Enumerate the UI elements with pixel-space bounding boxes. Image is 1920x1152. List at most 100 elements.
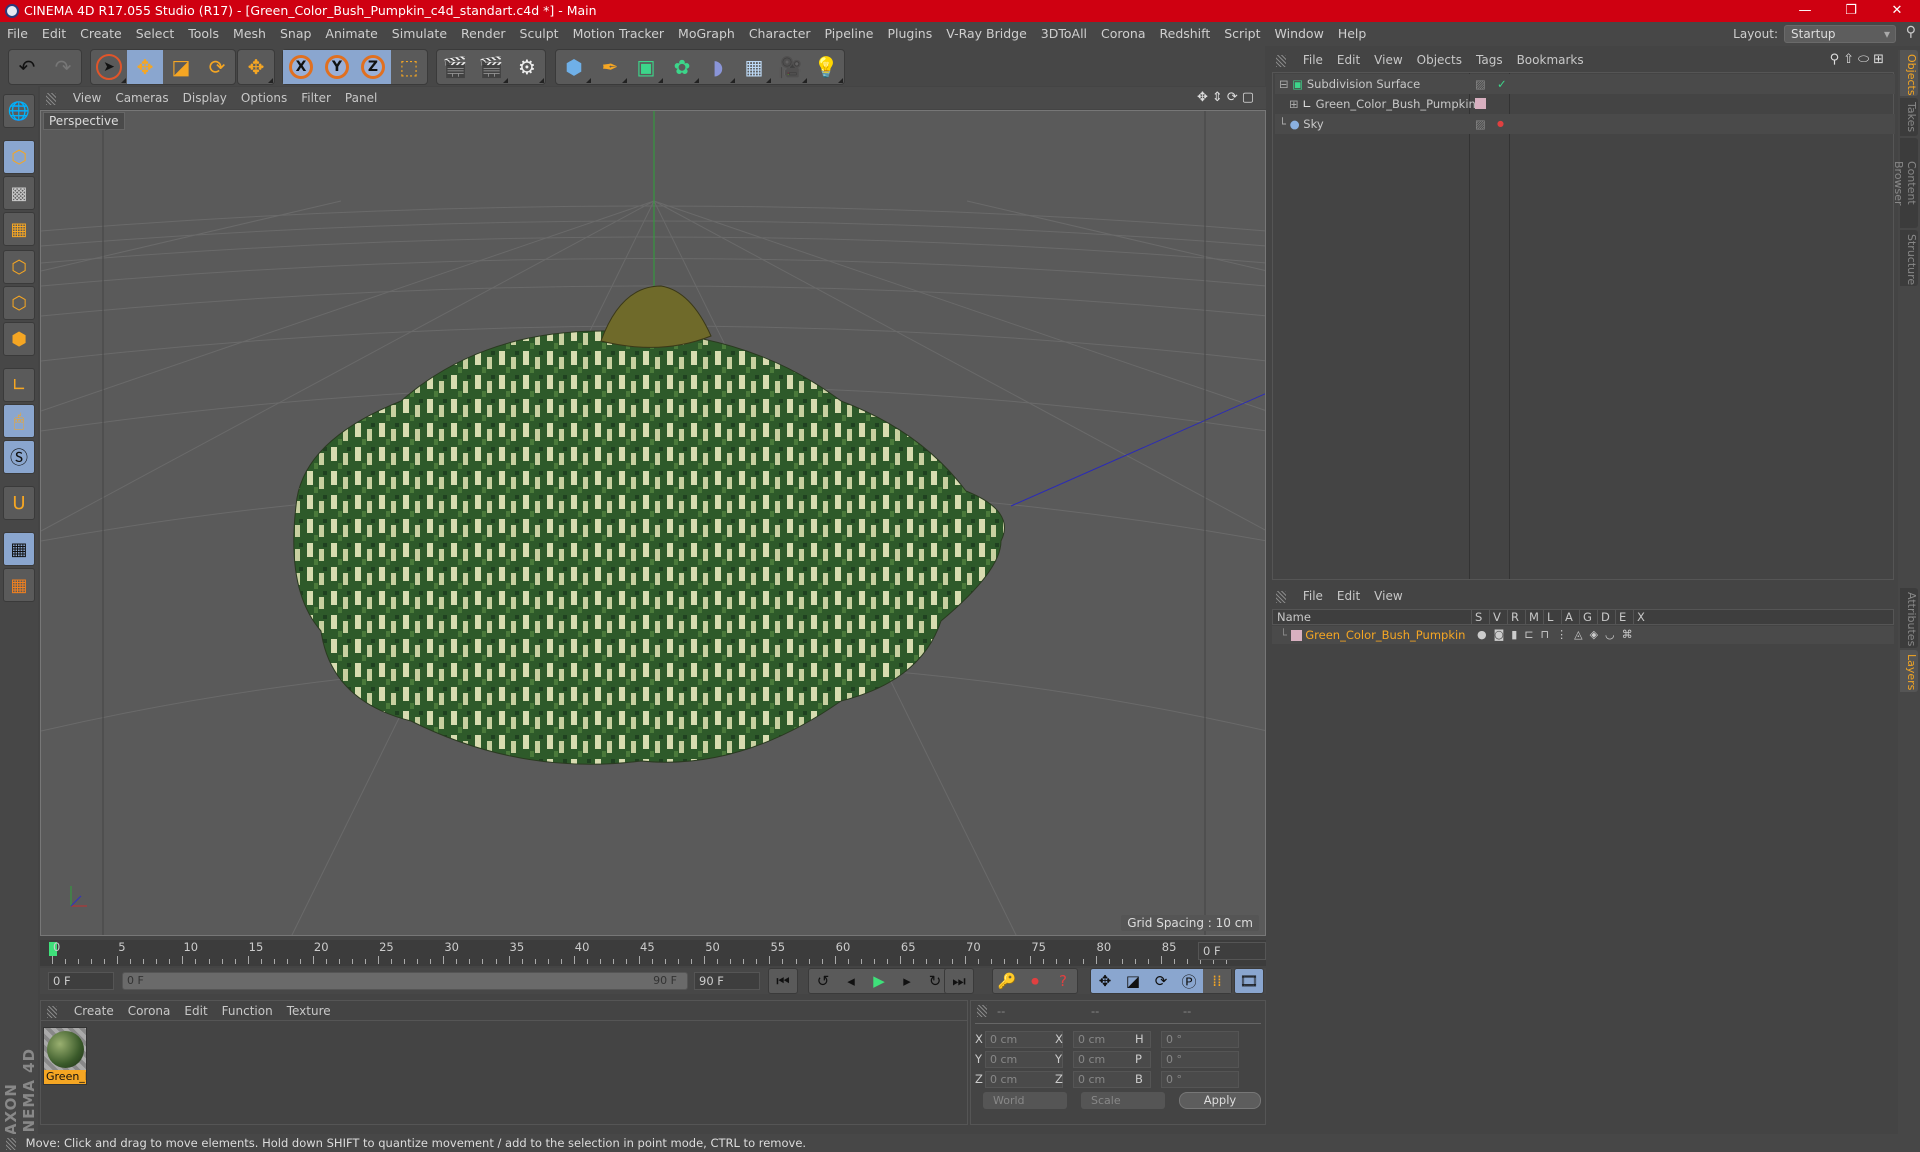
obj-menu-file[interactable]: File xyxy=(1296,50,1330,70)
tab-takes[interactable]: Takes xyxy=(1900,98,1918,136)
coord-value-field[interactable]: 0 ° xyxy=(1161,1031,1239,1048)
column-s[interactable]: S xyxy=(1471,610,1482,624)
obj-toolbar-icons[interactable]: ⚲⇧⬭⊞ xyxy=(1830,50,1888,70)
layer-menu-view[interactable]: View xyxy=(1367,589,1409,603)
menu-animate[interactable]: Animate xyxy=(318,22,384,46)
go-to-end-icon[interactable]: ⏭ xyxy=(945,969,973,993)
frame-range-slider[interactable]: 0 F 90 F xyxy=(122,972,688,990)
object-row[interactable]: ⊞ ∟ Green_Color_Bush_Pumpkin xyxy=(1275,94,1895,114)
render-view-icon[interactable]: 🎬 xyxy=(437,50,473,84)
expand-icon[interactable]: ⊞ xyxy=(1289,97,1299,111)
recent-tool-icon[interactable]: ✥ xyxy=(238,50,274,84)
menu-mograph[interactable]: MoGraph xyxy=(671,22,742,46)
edges-mode-icon[interactable]: ⬡ xyxy=(3,286,35,320)
menu-help[interactable]: Help xyxy=(1331,22,1374,46)
key-pla-icon[interactable]: ⁞⁞ xyxy=(1203,969,1231,993)
menu-sculpt[interactable]: Sculpt xyxy=(513,22,566,46)
grip-icon[interactable] xyxy=(977,1005,987,1017)
coordinate-system-icon[interactable]: ⬚ xyxy=(391,50,427,84)
apply-button[interactable]: Apply xyxy=(1179,1092,1261,1109)
menu-pipeline[interactable]: Pipeline xyxy=(818,22,881,46)
editor-visibility-icon[interactable]: ▨ xyxy=(1475,114,1486,134)
go-to-start-icon[interactable]: ⏮ xyxy=(769,969,797,993)
column-g[interactable]: G xyxy=(1579,610,1592,624)
layout-select[interactable]: Startup xyxy=(1784,25,1896,43)
menu-plugins[interactable]: Plugins xyxy=(880,22,939,46)
key-scale-icon[interactable]: ◪ xyxy=(1119,969,1147,993)
restore-button[interactable]: ❐ xyxy=(1828,0,1874,22)
menu-script[interactable]: Script xyxy=(1217,22,1267,46)
coord-value-field[interactable]: 0 ° xyxy=(1161,1051,1239,1068)
object-row[interactable]: └ ● Sky ▨ ● xyxy=(1275,114,1895,134)
tweak-mode-icon[interactable]: 🖱 xyxy=(3,404,35,438)
camera-icon[interactable]: 🎥 xyxy=(772,50,808,84)
menu-snap[interactable]: Snap xyxy=(273,22,318,46)
grip-icon[interactable] xyxy=(46,92,56,105)
viewport-menu-options[interactable]: Options xyxy=(234,87,294,109)
layer-flag-icons[interactable]: ●◙▮⊏⊓⋮◬◈◡⌘ xyxy=(1477,626,1640,644)
pen-spline-icon[interactable]: ✒ xyxy=(592,50,628,84)
obj-menu-bookmarks[interactable]: Bookmarks xyxy=(1510,50,1591,70)
coord-mode-select[interactable]: World xyxy=(983,1092,1067,1109)
menu-tools[interactable]: Tools xyxy=(181,22,226,46)
layer-color-swatch[interactable] xyxy=(1290,630,1302,641)
obj-menu-edit[interactable]: Edit xyxy=(1330,50,1367,70)
enabled-check-icon[interactable]: ✓ xyxy=(1497,74,1507,94)
column-a[interactable]: A xyxy=(1561,610,1573,624)
keyframe-help-icon[interactable]: ? xyxy=(1049,969,1077,993)
model-mode-icon[interactable]: ⬡ xyxy=(3,140,35,174)
coord-type-select[interactable]: Scale xyxy=(1081,1092,1165,1109)
menu-create[interactable]: Create xyxy=(73,22,129,46)
viewport-menu-panel[interactable]: Panel xyxy=(338,87,384,109)
end-frame-field[interactable]: 90 F xyxy=(694,972,760,990)
column-m[interactable]: M xyxy=(1525,610,1539,624)
tab-content-browser[interactable]: Content Browser xyxy=(1892,138,1918,228)
search-icon[interactable]: ⚲ xyxy=(1906,24,1916,40)
tab-objects[interactable]: Objects xyxy=(1900,50,1918,96)
menu-3dtoall[interactable]: 3DToAll xyxy=(1034,22,1094,46)
key-rotation-icon[interactable]: ⟳ xyxy=(1147,969,1175,993)
tab-layers[interactable]: Layers xyxy=(1900,650,1918,692)
scale-tool-icon[interactable]: ◪ xyxy=(163,50,199,84)
menu-character[interactable]: Character xyxy=(742,22,818,46)
viewport-menu-view[interactable]: View xyxy=(66,87,108,109)
undo-icon[interactable]: ↶ xyxy=(9,50,45,84)
layer-menu-edit[interactable]: Edit xyxy=(1330,589,1367,603)
material-swatch[interactable]: Green_B xyxy=(43,1027,87,1085)
coord-value-field[interactable]: 0 cm xyxy=(985,1051,1063,1068)
3d-viewport[interactable]: Perspective Grid Spacing : 10 cm xyxy=(40,110,1266,936)
viewport-nav-icons[interactable]: ✥⇕⟳▢ xyxy=(1197,87,1258,109)
column-name[interactable]: Name xyxy=(1277,610,1311,624)
menu-select[interactable]: Select xyxy=(129,22,182,46)
layer-name[interactable]: Green_Color_Bush_Pumpkin xyxy=(1305,628,1465,642)
z-axis-lock-icon[interactable]: Z xyxy=(355,50,391,84)
menu-edit[interactable]: Edit xyxy=(35,22,73,46)
obj-menu-tags[interactable]: Tags xyxy=(1469,50,1510,70)
menu-motion-tracker[interactable]: Motion Tracker xyxy=(566,22,671,46)
menu-window[interactable]: Window xyxy=(1268,22,1331,46)
object-row[interactable]: ⊟ ▣ Subdivision Surface ▨ ✓ xyxy=(1275,74,1895,94)
magnet-icon[interactable]: U xyxy=(3,486,35,520)
texture-mode-icon[interactable]: ▩ xyxy=(3,176,35,210)
mat-menu-corona[interactable]: Corona xyxy=(121,1001,178,1021)
grip-icon[interactable] xyxy=(1276,54,1286,67)
coord-value-field[interactable]: 0 ° xyxy=(1161,1071,1239,1088)
prev-frame-icon[interactable]: ◂ xyxy=(837,969,865,993)
viewport-menu-filter[interactable]: Filter xyxy=(294,87,338,109)
cube-object-icon[interactable]: ⬢ xyxy=(556,50,592,84)
menu-simulate[interactable]: Simulate xyxy=(385,22,454,46)
minimize-button[interactable]: — xyxy=(1782,0,1828,22)
menu-corona[interactable]: Corona xyxy=(1094,22,1152,46)
autokey-icon[interactable]: ⏺ xyxy=(1021,969,1049,993)
column-d[interactable]: D xyxy=(1597,610,1610,624)
mat-menu-function[interactable]: Function xyxy=(215,1001,280,1021)
tab-attributes[interactable]: Attributes xyxy=(1900,588,1918,648)
timeline-ruler[interactable]: 051015202530354045505560657075808590 xyxy=(40,940,1266,966)
redo-icon[interactable]: ↷ xyxy=(45,50,81,84)
menu-render[interactable]: Render xyxy=(454,22,513,46)
coord-value-field[interactable]: 0 cm xyxy=(985,1031,1063,1048)
start-frame-field[interactable]: 0 F xyxy=(48,972,114,990)
rotate-tool-icon[interactable]: ⟳ xyxy=(199,50,235,84)
editor-visibility-icon[interactable]: ▨ xyxy=(1475,74,1486,94)
column-x[interactable]: X xyxy=(1633,610,1645,624)
